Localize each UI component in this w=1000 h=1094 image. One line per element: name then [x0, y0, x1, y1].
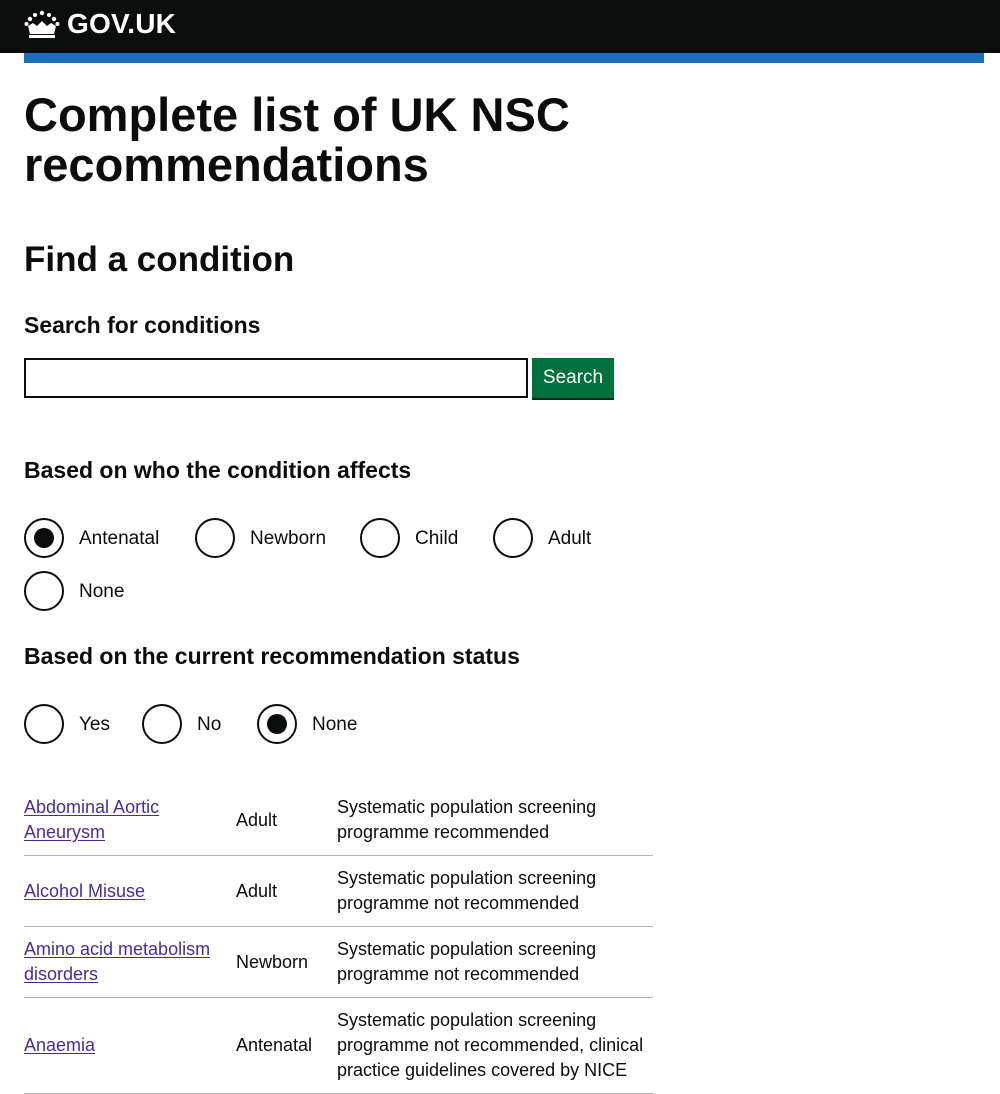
radio-yes[interactable]: Yes [24, 704, 110, 744]
table-row: Amino acid metabolism disorders Newborn … [24, 926, 653, 998]
radio-affects-none[interactable]: None [24, 571, 124, 611]
crown-icon [24, 10, 60, 38]
status-filter-heading: Based on the current recommendation stat… [24, 643, 520, 669]
radio-newborn[interactable]: Newborn [195, 518, 326, 558]
radio-no[interactable]: No [142, 704, 221, 744]
table-row: Abdominal Aortic Aneurysm Adult Systemat… [24, 785, 653, 856]
radio-antenatal[interactable]: Antenatal [24, 518, 159, 558]
radio-affects-none-circle[interactable] [24, 571, 64, 611]
condition-status: Systematic population screening programm… [337, 997, 653, 1094]
condition-name-cell: Anaemia [24, 997, 236, 1094]
condition-affects: Newborn [236, 926, 337, 998]
condition-status: Systematic population screening programm… [337, 855, 653, 927]
affects-filter-heading: Based on who the condition affects [24, 457, 412, 483]
condition-affects: Adult [236, 785, 337, 856]
condition-link[interactable]: Amino acid metabolism disorders [24, 939, 210, 984]
radio-status-none[interactable]: None [257, 704, 357, 744]
govuk-home-link[interactable]: GOV.UK [24, 9, 176, 39]
search-label: Search for conditions [24, 312, 261, 338]
radio-child[interactable]: Child [360, 518, 458, 558]
condition-affects: Adult [236, 855, 337, 927]
radio-adult[interactable]: Adult [493, 518, 591, 558]
table-row: Alcohol Misuse Adult Systematic populati… [24, 855, 653, 927]
radio-yes-label[interactable]: Yes [79, 712, 110, 737]
radio-status-none-label[interactable]: None [312, 712, 357, 737]
radio-newborn-label[interactable]: Newborn [250, 526, 326, 551]
radio-adult-circle[interactable] [493, 518, 533, 558]
radio-no-circle[interactable] [142, 704, 182, 744]
condition-link[interactable]: Anaemia [24, 1035, 95, 1055]
search-row: Search [24, 358, 614, 398]
condition-name-cell: Amino acid metabolism disorders [24, 926, 236, 998]
radio-status-none-circle[interactable] [257, 704, 297, 744]
radio-adult-label[interactable]: Adult [548, 526, 591, 551]
search-input[interactable] [24, 358, 528, 398]
radio-no-label[interactable]: No [197, 712, 221, 737]
condition-status: Systematic population screening programm… [337, 926, 653, 998]
condition-status: Systematic population screening programm… [337, 785, 653, 856]
find-condition-heading: Find a condition [24, 240, 295, 279]
radio-antenatal-circle[interactable] [24, 518, 64, 558]
page-title: Complete list of UK NSC recommendations [24, 88, 570, 191]
govuk-logo-text: GOV.UK [67, 8, 177, 39]
conditions-table: Abdominal Aortic Aneurysm Adult Systemat… [24, 785, 653, 1094]
radio-yes-circle[interactable] [24, 704, 64, 744]
condition-link[interactable]: Abdominal Aortic Aneurysm [24, 797, 159, 842]
radio-child-circle[interactable] [360, 518, 400, 558]
radio-affects-none-label[interactable]: None [79, 579, 124, 604]
condition-affects: Antenatal [236, 997, 337, 1094]
radio-newborn-circle[interactable] [195, 518, 235, 558]
search-button[interactable]: Search [532, 358, 614, 398]
site-header: GOV.UK [0, 0, 1000, 53]
condition-name-cell: Alcohol Misuse [24, 855, 236, 927]
header-blue-bar [24, 53, 984, 63]
radio-child-label[interactable]: Child [415, 526, 458, 551]
condition-link[interactable]: Alcohol Misuse [24, 881, 145, 901]
radio-antenatal-label[interactable]: Antenatal [79, 526, 159, 551]
condition-name-cell: Abdominal Aortic Aneurysm [24, 785, 236, 856]
main-content: Complete list of UK NSC recommendations … [24, 63, 984, 1094]
table-row: Anaemia Antenatal Systematic population … [24, 997, 653, 1094]
